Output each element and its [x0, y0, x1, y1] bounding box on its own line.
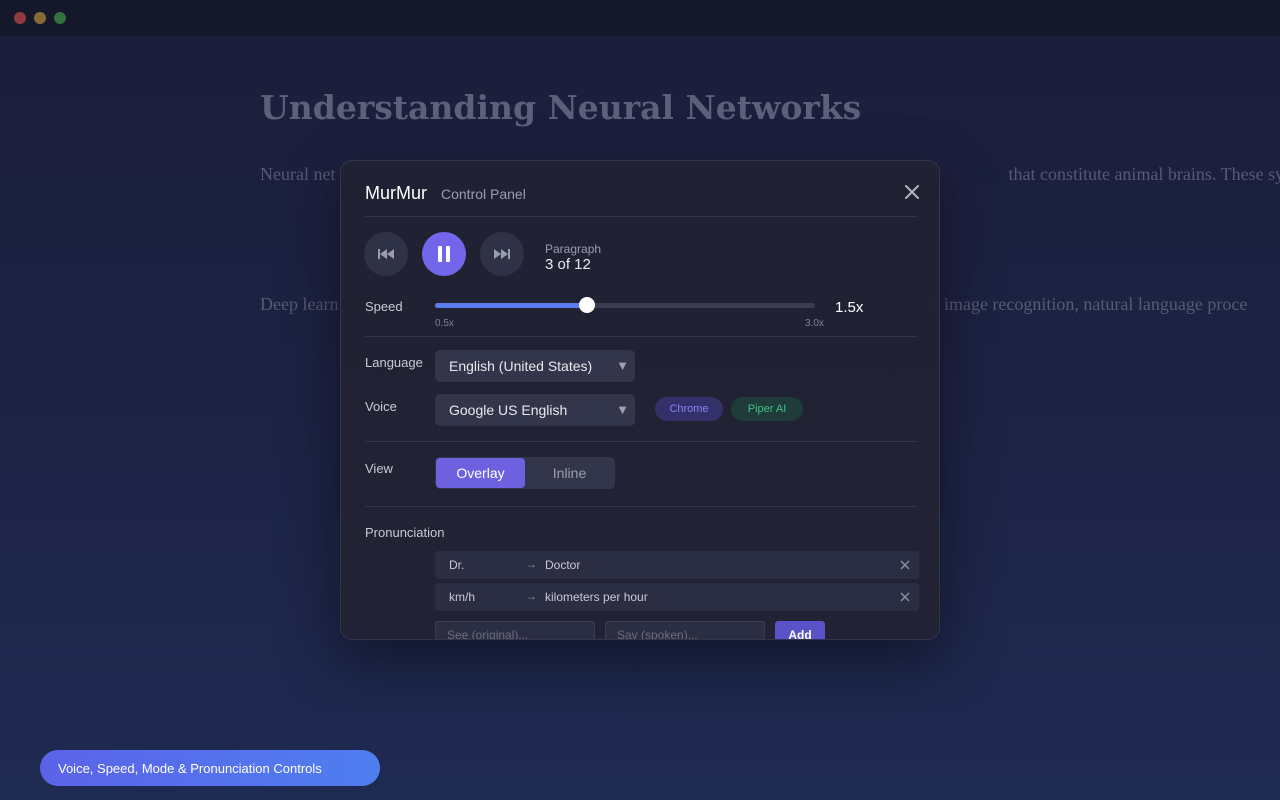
speed-value: 1.5x: [835, 299, 864, 316]
pronunciation-original: km/h: [449, 590, 476, 604]
paragraph-label: Paragraph: [545, 242, 602, 256]
brand-name: MurMur: [365, 183, 427, 203]
speed-slider-thumb[interactable]: [579, 297, 595, 313]
pronunciation-rule: km/h → kilometers per hour: [435, 583, 919, 611]
divider: [365, 336, 917, 337]
language-selected-value: English (United States): [449, 358, 593, 374]
speed-min-label: 0.5x: [435, 318, 454, 329]
close-window-button[interactable]: [14, 12, 26, 24]
pronunciation-original: Dr.: [449, 558, 465, 572]
previous-paragraph-button[interactable]: [364, 232, 408, 276]
view-option-inline[interactable]: Inline: [525, 458, 614, 488]
speed-slider[interactable]: [435, 297, 815, 313]
panel-subtitle: Control Panel: [441, 186, 526, 202]
speed-max-label: 3.0x: [805, 318, 824, 329]
language-label: Language: [365, 355, 423, 370]
view-mode-toggle: Overlay Inline: [435, 457, 615, 489]
view-option-overlay[interactable]: Overlay: [436, 458, 525, 488]
language-select[interactable]: English (United States) ▼: [435, 350, 635, 382]
pronunciation-spoken-input[interactable]: [605, 621, 765, 639]
view-label: View: [365, 461, 393, 476]
speed-slider-fill: [435, 303, 587, 308]
divider: [365, 441, 917, 442]
add-pronunciation-button[interactable]: Add: [775, 621, 825, 639]
speed-label: Speed: [365, 299, 403, 314]
article-paragraph-2-start: Deep learn: [260, 294, 339, 314]
next-paragraph-button[interactable]: [480, 232, 524, 276]
article-paragraph-1-start: Neural net: [260, 164, 336, 184]
close-panel-button[interactable]: [899, 179, 925, 205]
pronunciation-spoken: kilometers per hour: [545, 590, 648, 604]
arrow-right-icon: →: [525, 557, 537, 571]
voice-engine-chip-piper[interactable]: Piper AI: [731, 397, 803, 421]
voice-label: Voice: [365, 399, 397, 414]
minimize-window-button[interactable]: [34, 12, 46, 24]
divider: [365, 216, 917, 217]
pronunciation-label: Pronunciation: [365, 525, 445, 540]
divider: [365, 506, 917, 507]
arrow-right-icon: →: [525, 589, 537, 603]
dropdown-arrow-icon: ▼: [616, 402, 629, 417]
close-icon: [905, 185, 919, 199]
feature-caption: Voice, Speed, Mode & Pronunciation Contr…: [40, 750, 380, 786]
voice-engine-chip-chrome[interactable]: Chrome: [655, 397, 723, 421]
control-panel: MurMur Control Panel Paragraph 3 of 12 S…: [340, 160, 940, 640]
voice-select[interactable]: Google US English ▼: [435, 394, 635, 426]
window-titlebar: [0, 0, 1280, 36]
pronunciation-spoken: Doctor: [545, 558, 581, 572]
remove-rule-button[interactable]: [898, 590, 912, 604]
skip-previous-icon: [378, 249, 394, 259]
dropdown-arrow-icon: ▼: [616, 358, 629, 373]
voice-selected-value: Google US English: [449, 402, 568, 418]
pronunciation-original-input[interactable]: [435, 621, 595, 639]
article-title: Understanding Neural Networks: [260, 88, 862, 127]
pronunciation-rule: Dr. → Doctor: [435, 551, 919, 579]
remove-rule-button[interactable]: [898, 558, 912, 572]
paragraph-counter: 3 of 12: [545, 256, 591, 273]
article-paragraph-1-end: that constitute animal brains. These sys…: [1008, 164, 1280, 184]
article-paragraph-2-end: n image recognition, natural language pr…: [930, 294, 1248, 314]
skip-next-icon: [494, 249, 510, 259]
pause-button[interactable]: [422, 232, 466, 276]
pause-icon: [438, 246, 450, 262]
maximize-window-button[interactable]: [54, 12, 66, 24]
